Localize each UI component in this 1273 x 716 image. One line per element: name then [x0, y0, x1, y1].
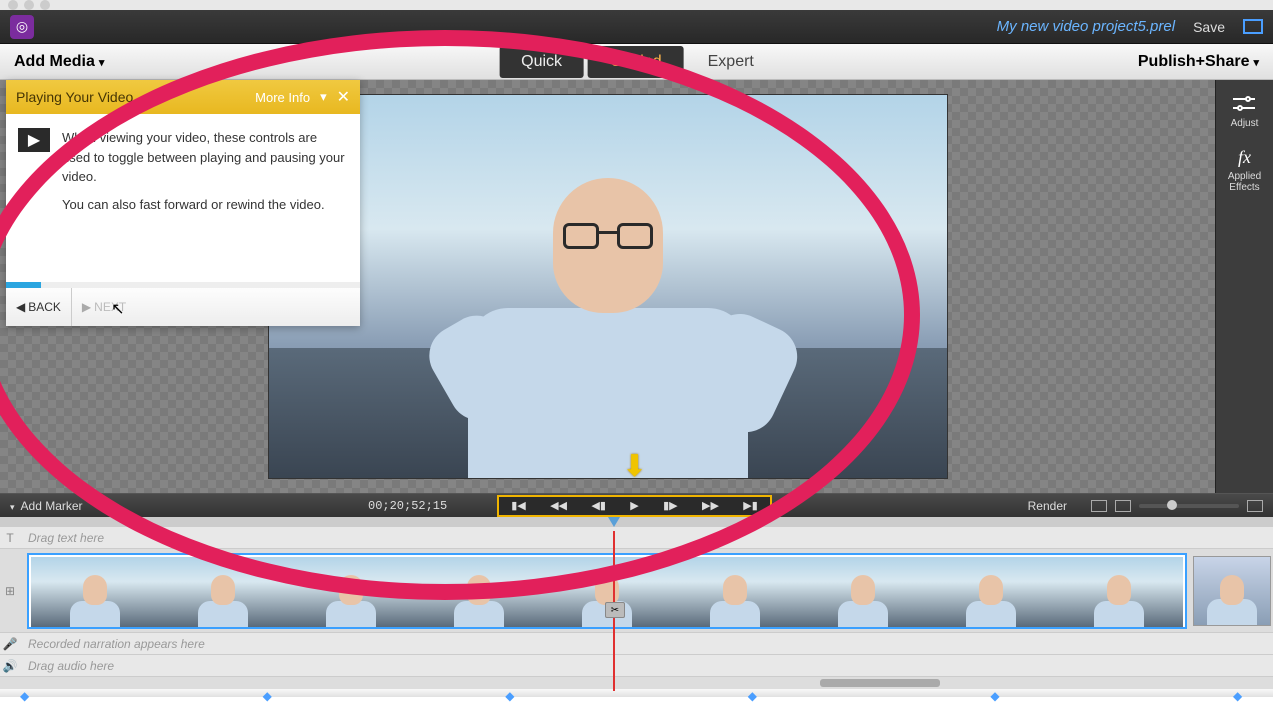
text-track-icon: T: [0, 531, 20, 545]
timeline-ruler[interactable]: [0, 517, 1273, 527]
clip-thumbnail: [415, 557, 543, 627]
clip-thumbnail: [159, 557, 287, 627]
view-mode-a-icon[interactable]: [1091, 500, 1107, 512]
clip-thumbnail: [927, 557, 1055, 627]
publish-share-menu[interactable]: Publish+Share: [1138, 53, 1259, 71]
video-clip-2[interactable]: [1193, 556, 1271, 626]
tool-icon[interactable]: ◆: [1233, 689, 1253, 697]
tool-icon[interactable]: ◆: [990, 689, 1010, 697]
video-preview[interactable]: [268, 94, 948, 479]
adjust-button[interactable]: Adjust: [1231, 94, 1259, 129]
zoom-slider[interactable]: [1139, 504, 1239, 508]
back-arrow-icon: ◀: [16, 300, 25, 314]
mic-icon: 🎤: [0, 637, 20, 651]
app-logo-icon: ◎: [10, 15, 34, 39]
render-button[interactable]: Render: [1028, 499, 1067, 513]
play-icon: ▶: [18, 128, 50, 152]
narration-track[interactable]: 🎤 Recorded narration appears here: [0, 633, 1273, 655]
applied-effects-button[interactable]: fx Applied Effects: [1216, 147, 1273, 193]
tab-expert[interactable]: Expert: [686, 46, 776, 78]
zoom-window-icon[interactable]: [40, 0, 50, 10]
play-pause-icon[interactable]: ▶: [630, 499, 638, 512]
fast-forward-icon[interactable]: ▶▶: [702, 499, 719, 512]
tutorial-more-info-link[interactable]: More Info: [255, 90, 310, 105]
app-topbar: ◎ My new video project5.prel Save: [0, 10, 1273, 44]
bottom-toolbar: ◆ ◆ ◆ ◆ ◆ ◆: [0, 689, 1273, 697]
sliders-icon: [1232, 94, 1256, 114]
step-back-icon[interactable]: ◀▮: [591, 499, 606, 512]
minimize-window-icon[interactable]: [24, 0, 34, 10]
clip-thumbnail: [1055, 557, 1183, 627]
rewind-icon[interactable]: ◀◀: [550, 499, 567, 512]
tool-icon[interactable]: ◆: [20, 689, 40, 697]
project-filename: My new video project5.prel: [997, 18, 1175, 35]
add-media-menu[interactable]: Add Media: [0, 53, 118, 71]
fit-icon[interactable]: [1247, 500, 1263, 512]
tutorial-text-1: When viewing your video, these controls …: [62, 128, 348, 187]
cursor-icon: ↖: [111, 299, 124, 319]
transport-controls: ▮◀ ◀◀ ◀▮ ▶ ▮▶ ▶▶ ▶▮: [497, 495, 772, 517]
preview-area: Playing Your Video More Info ▾ ✕ ▶ When …: [0, 80, 1215, 493]
clip-thumbnail: [31, 557, 159, 627]
clip-thumbnail: [671, 557, 799, 627]
tutorial-next-button[interactable]: ▶ NEXT ↖: [72, 288, 153, 326]
tutorial-close-icon[interactable]: ✕: [337, 87, 350, 107]
tutorial-text-2: You can also fast forward or rewind the …: [62, 195, 348, 215]
forward-arrow-icon: ▶: [82, 300, 91, 314]
tool-icon[interactable]: ◆: [263, 689, 283, 697]
timecode-display[interactable]: 00;20;52;15: [368, 499, 447, 513]
timeline: T Drag text here ⊞ 🎤 Recorded narration …: [0, 527, 1273, 689]
menubar: Add Media Quick Guided Expert Publish+Sh…: [0, 44, 1273, 80]
goto-end-icon[interactable]: ▶▮: [743, 499, 758, 512]
timeline-scrollbar[interactable]: [0, 677, 1273, 689]
tutorial-back-button[interactable]: ◀ BACK: [6, 288, 72, 326]
annotation-arrow-icon: ⬇: [622, 449, 647, 484]
view-mode-b-icon[interactable]: [1115, 500, 1131, 512]
fx-icon: fx: [1233, 147, 1257, 167]
audio-track[interactable]: 🔊 Drag audio here: [0, 655, 1273, 677]
tutorial-panel: Playing Your Video More Info ▾ ✕ ▶ When …: [6, 80, 360, 326]
clip-thumbnail: [287, 557, 415, 627]
playhead-marker[interactable]: [608, 517, 620, 527]
video-track[interactable]: ⊞: [0, 549, 1273, 633]
window-titlebar: [0, 0, 1273, 10]
tab-quick[interactable]: Quick: [499, 46, 584, 78]
add-marker-button[interactable]: Add Marker: [0, 499, 93, 513]
tab-guided[interactable]: Guided: [588, 46, 684, 78]
step-forward-icon[interactable]: ▮▶: [663, 499, 678, 512]
speaker-icon: 🔊: [0, 659, 20, 673]
video-track-icon: ⊞: [0, 584, 20, 598]
split-clip-icon[interactable]: ✂: [605, 602, 625, 618]
text-track[interactable]: T Drag text here: [0, 527, 1273, 549]
playback-controls-bar: Add Marker 00;20;52;15 ▮◀ ◀◀ ◀▮ ▶ ▮▶ ▶▶ …: [0, 493, 1273, 517]
tool-icon[interactable]: ◆: [505, 689, 525, 697]
tool-icon[interactable]: ◆: [748, 689, 768, 697]
tutorial-title: Playing Your Video: [16, 89, 133, 105]
goto-start-icon[interactable]: ▮◀: [511, 499, 526, 512]
close-window-icon[interactable]: [8, 0, 18, 10]
right-panel: Adjust fx Applied Effects: [1215, 80, 1273, 493]
tutorial-dropdown-icon[interactable]: ▾: [320, 89, 327, 105]
fullscreen-icon[interactable]: [1243, 19, 1263, 34]
clip-thumbnail: [799, 557, 927, 627]
save-button[interactable]: Save: [1193, 19, 1225, 35]
